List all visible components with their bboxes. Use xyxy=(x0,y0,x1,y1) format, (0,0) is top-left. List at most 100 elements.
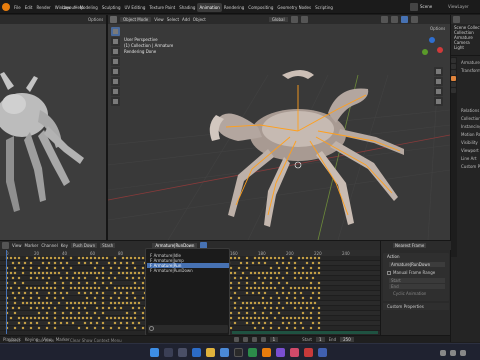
keyframe-marker[interactable] xyxy=(229,256,233,260)
keyframe-marker[interactable] xyxy=(311,321,315,325)
terminal-icon[interactable] xyxy=(234,348,243,357)
pan-icon[interactable] xyxy=(434,77,443,86)
keyframe-marker[interactable] xyxy=(305,256,309,260)
properties-row[interactable] xyxy=(458,83,480,91)
keyframe-marker[interactable] xyxy=(299,291,303,295)
keyframe-marker[interactable] xyxy=(133,316,137,320)
keyframe-marker[interactable] xyxy=(245,291,249,295)
keyframe-marker[interactable] xyxy=(37,316,41,320)
keyframe-marker[interactable] xyxy=(263,291,267,295)
keyframe-marker[interactable] xyxy=(129,301,133,305)
keyframe-marker[interactable] xyxy=(137,306,141,310)
keyframe-marker[interactable] xyxy=(21,266,25,270)
keyframe-marker[interactable] xyxy=(233,291,237,295)
keyframe-marker[interactable] xyxy=(293,316,297,320)
keyframe-marker[interactable] xyxy=(137,271,141,275)
keyframe-marker[interactable] xyxy=(93,256,97,260)
keyframe-marker[interactable] xyxy=(265,256,269,260)
keyframe-marker[interactable] xyxy=(109,301,113,305)
keyframe-marker[interactable] xyxy=(281,286,285,290)
keyframe-marker[interactable] xyxy=(69,281,73,285)
keyframe-marker[interactable] xyxy=(301,286,305,290)
keyframe-marker[interactable] xyxy=(261,326,265,330)
keyframe-marker[interactable] xyxy=(77,316,81,320)
keyframe-marker[interactable] xyxy=(305,286,309,290)
keyframe-marker[interactable] xyxy=(237,316,241,320)
keyframe-marker[interactable] xyxy=(69,316,73,320)
blender-taskbar-icon[interactable] xyxy=(262,348,271,357)
keyframe-marker[interactable] xyxy=(61,316,65,320)
keyframe-marker[interactable] xyxy=(59,276,63,280)
keyframe-marker[interactable] xyxy=(249,316,253,320)
keyframe-marker[interactable] xyxy=(251,321,255,325)
keyframe-marker[interactable] xyxy=(45,266,49,270)
keyframe-marker[interactable] xyxy=(23,291,27,295)
keyframe-marker[interactable] xyxy=(53,256,57,260)
keyframe-marker[interactable] xyxy=(261,316,265,320)
keyframe-marker[interactable] xyxy=(53,296,57,300)
keyframe-marker[interactable] xyxy=(109,316,113,320)
keyframe-marker[interactable] xyxy=(125,256,129,260)
keyframe-marker[interactable] xyxy=(251,291,255,295)
keyframe-marker[interactable] xyxy=(245,306,249,310)
keyframe-marker[interactable] xyxy=(89,316,93,320)
keyframe-marker[interactable] xyxy=(89,286,93,290)
file-explorer-icon[interactable] xyxy=(206,348,215,357)
keyframe-marker[interactable] xyxy=(73,316,77,320)
keyframe-marker[interactable] xyxy=(85,301,89,305)
tab-geometry-nodes[interactable]: Geometry Nodes xyxy=(275,3,313,12)
keyframe-marker[interactable] xyxy=(57,271,61,275)
keyframe-marker[interactable] xyxy=(57,256,61,260)
keyframe-marker[interactable] xyxy=(257,256,261,260)
keyframe-marker[interactable] xyxy=(73,301,77,305)
properties-row[interactable] xyxy=(458,91,480,99)
keyframe-marker[interactable] xyxy=(41,306,45,310)
menu-marker-ds[interactable]: Marker xyxy=(25,243,39,248)
keyframe-marker[interactable] xyxy=(85,286,89,290)
keyframe-marker[interactable] xyxy=(273,271,277,275)
keyframe-marker[interactable] xyxy=(233,321,237,325)
keyframe-marker[interactable] xyxy=(41,316,45,320)
keyframe-marker[interactable] xyxy=(313,286,317,290)
keyframe-marker[interactable] xyxy=(275,291,279,295)
keyframe-marker[interactable] xyxy=(229,296,233,300)
task-view-icon[interactable] xyxy=(178,348,187,357)
zoom-icon[interactable] xyxy=(434,67,443,76)
keyframe-marker[interactable] xyxy=(65,276,69,280)
app-green-icon[interactable] xyxy=(248,348,257,357)
keyframe-marker[interactable] xyxy=(287,291,291,295)
keyframe-marker[interactable] xyxy=(53,266,57,270)
keyframe-marker[interactable] xyxy=(41,286,45,290)
keyframe-marker[interactable] xyxy=(101,271,105,275)
keyframe-marker[interactable] xyxy=(65,321,69,325)
keyframe-marker[interactable] xyxy=(281,256,285,260)
keyframe-marker[interactable] xyxy=(269,296,273,300)
keyframe-marker[interactable] xyxy=(35,306,39,310)
keyframe-marker[interactable] xyxy=(257,286,261,290)
keyframe-marker[interactable] xyxy=(257,276,261,280)
keyframe-marker[interactable] xyxy=(17,306,21,310)
keyframe-marker[interactable] xyxy=(47,291,51,295)
keyframe-marker[interactable] xyxy=(287,261,291,265)
keyframe-marker[interactable] xyxy=(17,261,21,265)
keyframe-marker[interactable] xyxy=(113,276,117,280)
keyframe-marker[interactable] xyxy=(71,306,75,310)
tab-uv-editing[interactable]: UV Editing xyxy=(123,3,148,12)
keyframe-marker[interactable] xyxy=(65,316,69,320)
keyframe-marker[interactable] xyxy=(277,326,281,330)
keyframe-marker[interactable] xyxy=(37,301,41,305)
keyframe-marker[interactable] xyxy=(29,326,33,330)
outliner-filter-icon[interactable] xyxy=(453,16,460,23)
keyframe-marker[interactable] xyxy=(113,256,117,260)
keyframe-marker[interactable] xyxy=(233,271,237,275)
keyframe-marker[interactable] xyxy=(261,311,265,315)
keyframe-marker[interactable] xyxy=(249,271,253,275)
keyframe-marker[interactable] xyxy=(131,291,135,295)
keyframe-marker[interactable] xyxy=(309,286,313,290)
app-red-icon[interactable] xyxy=(304,348,313,357)
scene-selector[interactable]: Scene xyxy=(420,4,432,9)
keyframe-marker[interactable] xyxy=(59,321,63,325)
keyframe-marker[interactable] xyxy=(249,286,253,290)
keyframe-marker[interactable] xyxy=(293,296,297,300)
keyframe-marker[interactable] xyxy=(89,291,93,295)
